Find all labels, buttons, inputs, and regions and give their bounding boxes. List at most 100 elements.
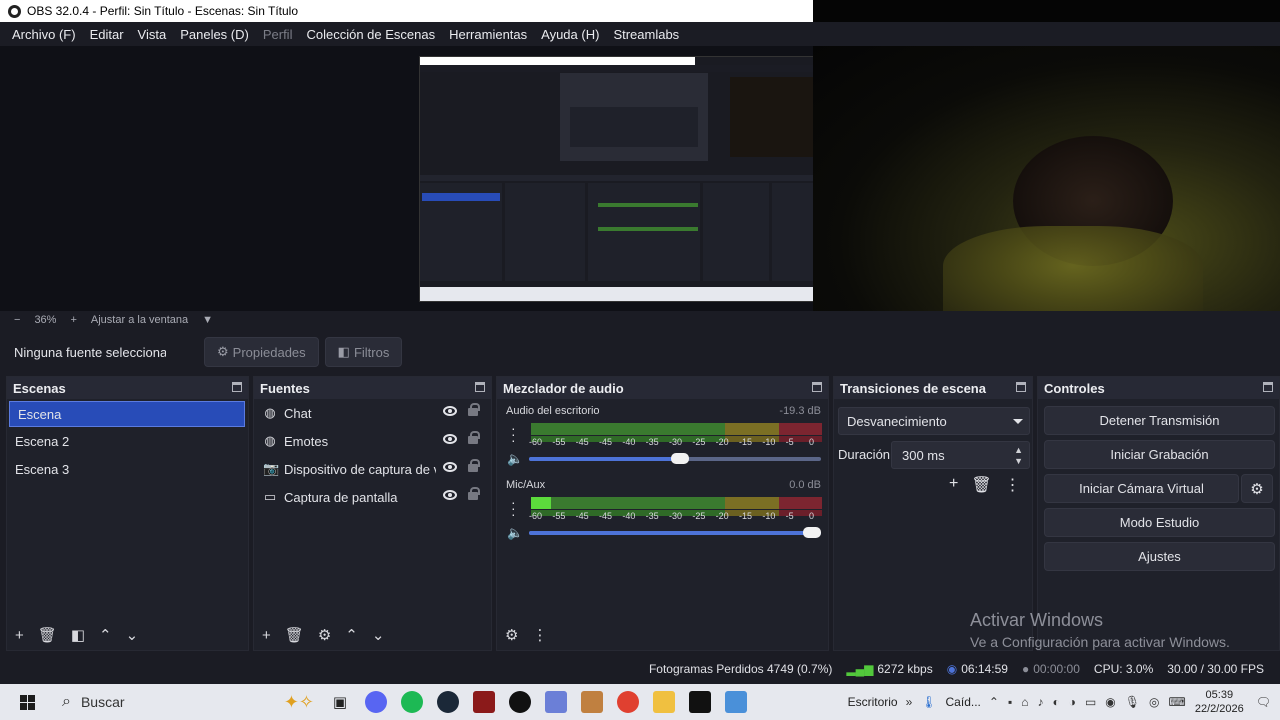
menu-coleccion-escenas[interactable]: Colección de Escenas bbox=[306, 27, 435, 42]
speaker-icon[interactable]: 🔈 bbox=[507, 451, 523, 467]
start-virtual-camera-button[interactable]: Iniciar Cámara Virtual bbox=[1044, 474, 1239, 503]
menu-herramientas[interactable]: Herramientas bbox=[449, 27, 527, 42]
source-settings-icon[interactable]: ⚙ bbox=[318, 626, 331, 644]
undock-icon[interactable] bbox=[232, 382, 242, 392]
calculator-icon[interactable] bbox=[718, 684, 754, 720]
source-item-capture-device[interactable]: 📷 Dispositivo de captura de video bbox=[254, 455, 491, 483]
steam-app-icon[interactable] bbox=[430, 684, 466, 720]
remove-source-icon[interactable]: 🗑 bbox=[285, 626, 304, 644]
chevron-double-right-icon[interactable]: » bbox=[906, 695, 913, 709]
speaker-icon[interactable]: 🔈 bbox=[507, 525, 523, 541]
filters-button[interactable]: ◧ Filtros bbox=[324, 337, 403, 367]
add-transition-icon[interactable]: + bbox=[949, 475, 958, 495]
spinner-arrows-icon[interactable]: ▲ ▼ bbox=[1014, 445, 1023, 467]
menu-ayuda[interactable]: Ayuda (H) bbox=[541, 27, 599, 42]
taskbar-search[interactable]: ⌕ Buscar ✦✧ bbox=[54, 684, 322, 720]
volume-slider[interactable] bbox=[529, 527, 821, 538]
epic-games-icon[interactable] bbox=[682, 684, 718, 720]
menu-archivo[interactable]: Archivo (F) bbox=[12, 27, 76, 42]
taskbar-icon-fill bbox=[617, 691, 639, 713]
visibility-eye-icon[interactable] bbox=[443, 434, 457, 444]
discord-tray-icon[interactable]: ◎ bbox=[1149, 695, 1159, 709]
lock-icon[interactable] bbox=[468, 459, 480, 472]
remove-scene-icon[interactable]: 🗑 bbox=[38, 626, 57, 644]
scene-item-escena[interactable]: Escena bbox=[9, 401, 245, 427]
lock-icon[interactable] bbox=[468, 431, 480, 444]
visibility-eye-icon[interactable] bbox=[443, 490, 457, 500]
preview-canvas[interactable] bbox=[0, 46, 1280, 326]
undock-icon[interactable] bbox=[475, 382, 485, 392]
move-up-icon[interactable]: ⌃ bbox=[99, 626, 112, 644]
tray-app-icon[interactable]: ◑ bbox=[1069, 695, 1076, 709]
taskbar-clock[interactable]: 05:39 22/2/2026 bbox=[1195, 688, 1244, 716]
transition-menu-icon[interactable]: ⋮ bbox=[1005, 475, 1021, 495]
chrome-app-icon[interactable] bbox=[610, 684, 646, 720]
tray-app-icon[interactable]: ▪ bbox=[1008, 695, 1012, 709]
menu-vista[interactable]: Vista bbox=[138, 27, 167, 42]
start-button[interactable] bbox=[0, 694, 54, 710]
duration-input[interactable]: 300 ms ▲ ▼ bbox=[891, 441, 1030, 469]
stop-streaming-button[interactable]: Detener Transmisión bbox=[1044, 406, 1275, 435]
keyboard-icon[interactable]: ⌨ bbox=[1169, 695, 1186, 709]
source-item-chat[interactable]: ◍ Chat bbox=[254, 399, 491, 427]
scene-filters-icon[interactable]: ◧ bbox=[71, 626, 85, 644]
task-view-icon[interactable]: ▣ bbox=[322, 684, 358, 720]
mixer-settings-icon[interactable]: ⚙ bbox=[505, 626, 518, 644]
file-explorer-icon[interactable] bbox=[646, 684, 682, 720]
notification-icon[interactable]: 🗨 bbox=[1256, 695, 1271, 709]
game-app-icon[interactable] bbox=[466, 684, 502, 720]
lock-icon[interactable] bbox=[468, 487, 480, 500]
tray-overflow-icon[interactable]: ⌃ bbox=[989, 695, 999, 709]
launcher-app-icon[interactable] bbox=[538, 684, 574, 720]
move-up-icon[interactable]: ⌃ bbox=[345, 626, 358, 644]
zoom-dropdown-icon[interactable]: ▼ bbox=[202, 314, 213, 326]
scene-item-escena-3[interactable]: Escena 3 bbox=[7, 455, 248, 483]
menu-streamlabs[interactable]: Streamlabs bbox=[613, 27, 679, 42]
volume-knob[interactable] bbox=[671, 453, 690, 464]
scene-item-escena-2[interactable]: Escena 2 bbox=[7, 427, 248, 455]
menu-editar[interactable]: Editar bbox=[90, 27, 124, 42]
channel-menu-icon[interactable]: · · · bbox=[511, 495, 516, 521]
move-down-icon[interactable]: ⌄ bbox=[126, 626, 139, 644]
discord-app-icon[interactable] bbox=[358, 684, 394, 720]
undock-icon[interactable] bbox=[812, 382, 822, 392]
properties-button[interactable]: ⚙ Propiedades bbox=[204, 337, 319, 367]
mixer-menu-icon[interactable]: ⋮ bbox=[532, 626, 547, 644]
spotify-app-icon[interactable] bbox=[394, 684, 430, 720]
menu-paneles[interactable]: Paneles (D) bbox=[180, 27, 249, 42]
microphone-icon[interactable]: 🎙 bbox=[1125, 695, 1140, 709]
desktop-toolbar-label[interactable]: Escritorio bbox=[848, 695, 898, 709]
steam-tray-icon[interactable]: ◉ bbox=[1105, 695, 1115, 709]
zoom-fit-select[interactable]: Ajustar a la ventana bbox=[91, 314, 188, 326]
remove-transition-icon[interactable]: 🗑 bbox=[971, 475, 991, 495]
zoom-in-button[interactable]: + bbox=[70, 314, 76, 326]
camera-icon: 📷 bbox=[263, 461, 280, 476]
weather-text[interactable]: Caíd... bbox=[946, 695, 981, 709]
visibility-eye-icon[interactable] bbox=[443, 406, 457, 416]
move-down-icon[interactable]: ⌄ bbox=[372, 626, 385, 644]
obs-app-icon[interactable] bbox=[502, 684, 538, 720]
settings-button[interactable]: Ajustes bbox=[1044, 542, 1275, 571]
undock-icon[interactable] bbox=[1263, 382, 1273, 392]
virtual-camera-settings-icon[interactable]: ⚙ bbox=[1241, 474, 1273, 503]
studio-mode-button[interactable]: Modo Estudio bbox=[1044, 508, 1275, 537]
add-source-icon[interactable]: + bbox=[262, 627, 271, 644]
source-item-emotes[interactable]: ◍ Emotes bbox=[254, 427, 491, 455]
undock-icon[interactable] bbox=[1016, 382, 1026, 392]
transition-select[interactable]: Desvanecimiento bbox=[838, 407, 1030, 435]
network-icon[interactable]: ⌂ bbox=[1021, 695, 1028, 709]
volume-slider[interactable] bbox=[529, 453, 821, 464]
lock-icon[interactable] bbox=[468, 403, 480, 416]
visibility-eye-icon[interactable] bbox=[443, 462, 457, 472]
volume-icon[interactable]: ♪ bbox=[1037, 695, 1043, 709]
channel-menu-icon[interactable]: · · · bbox=[511, 421, 516, 447]
game2-app-icon[interactable] bbox=[574, 684, 610, 720]
volume-knob[interactable] bbox=[803, 527, 821, 538]
source-item-screen-capture[interactable]: ▭ Captura de pantalla bbox=[254, 483, 491, 511]
meter-tick-label: -10 bbox=[762, 511, 776, 521]
add-scene-icon[interactable]: + bbox=[15, 627, 24, 644]
zoom-out-button[interactable]: − bbox=[14, 314, 20, 326]
start-recording-button[interactable]: Iniciar Grabación bbox=[1044, 440, 1275, 469]
tray-app-icon[interactable]: ▭ bbox=[1085, 695, 1096, 709]
tray-app-icon[interactable]: ◐ bbox=[1052, 695, 1059, 709]
